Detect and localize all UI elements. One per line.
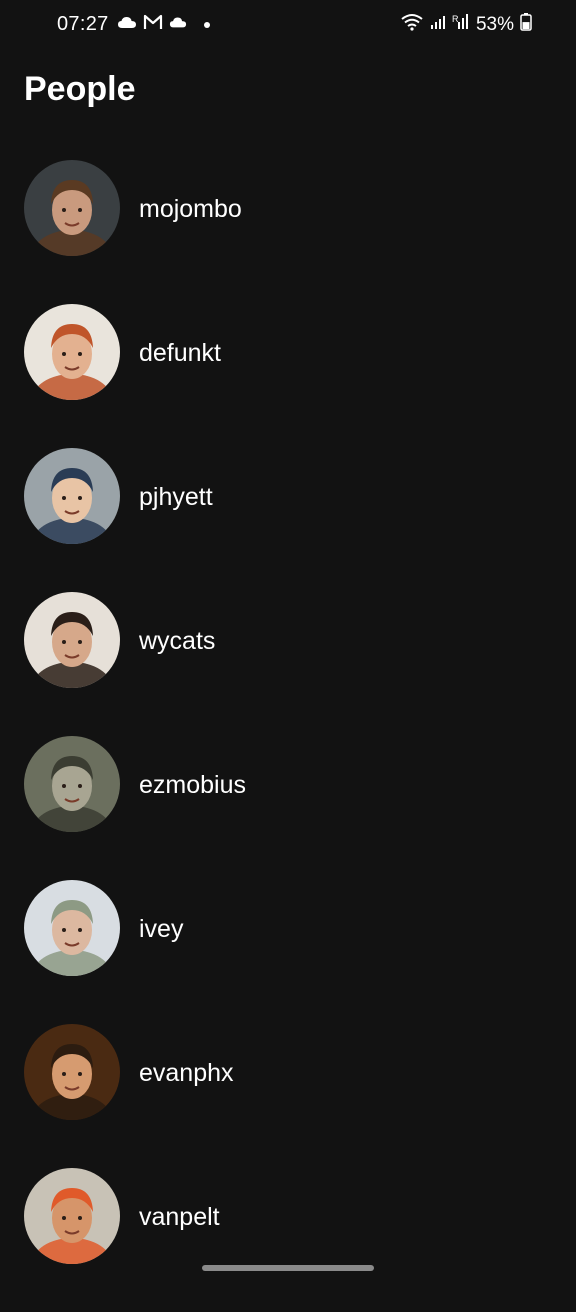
person-name: evanphx [139,1059,234,1087]
signal-icon [430,14,446,35]
person-name: pjhyett [139,483,213,511]
person-name: ivey [139,915,184,943]
person-name: mojombo [139,195,242,223]
person-list-item[interactable]: defunkt [0,304,576,448]
people-list: mojombo defunkt pjhyett wycats ezmobius ivey e… [0,160,576,1312]
avatar[interactable] [24,1168,120,1264]
signal-r-icon: R [452,13,470,36]
page-title: People [24,70,136,108]
avatar[interactable] [24,736,120,832]
person-list-item[interactable]: ezmobius [0,736,576,880]
person-name: defunkt [139,339,222,367]
person-name: wycats [139,627,216,655]
person-list-item[interactable]: pjhyett [0,448,576,592]
avatar[interactable] [24,592,120,688]
system-indicators: R 53% [400,13,532,36]
avatar[interactable] [24,1024,120,1120]
person-list-item[interactable]: vanpelt [0,1168,576,1312]
battery-icon [520,13,532,36]
person-list-item[interactable]: wycats [0,592,576,736]
person-name: ezmobius [139,771,246,799]
svg-text:R: R [452,14,459,24]
cloud-icon [117,15,137,34]
person-list-item[interactable]: evanphx [0,1024,576,1168]
person-list-item[interactable]: ivey [0,880,576,1024]
avatar[interactable] [24,448,120,544]
status-time: 07:27 [57,13,109,35]
home-indicator[interactable] [202,1265,374,1271]
person-list-item[interactable]: mojombo [0,160,576,304]
person-name: vanpelt [139,1203,220,1231]
gmail-icon [143,14,163,35]
avatar[interactable] [24,160,120,256]
battery-percent: 53% [475,13,514,35]
status-bar: 07:27 R 53% [0,0,576,52]
wifi-icon [400,13,424,36]
avatar[interactable] [24,880,120,976]
notification-icons [117,14,211,35]
cloud-icon [169,15,187,34]
avatar[interactable] [24,304,120,400]
dot-icon [203,16,211,34]
